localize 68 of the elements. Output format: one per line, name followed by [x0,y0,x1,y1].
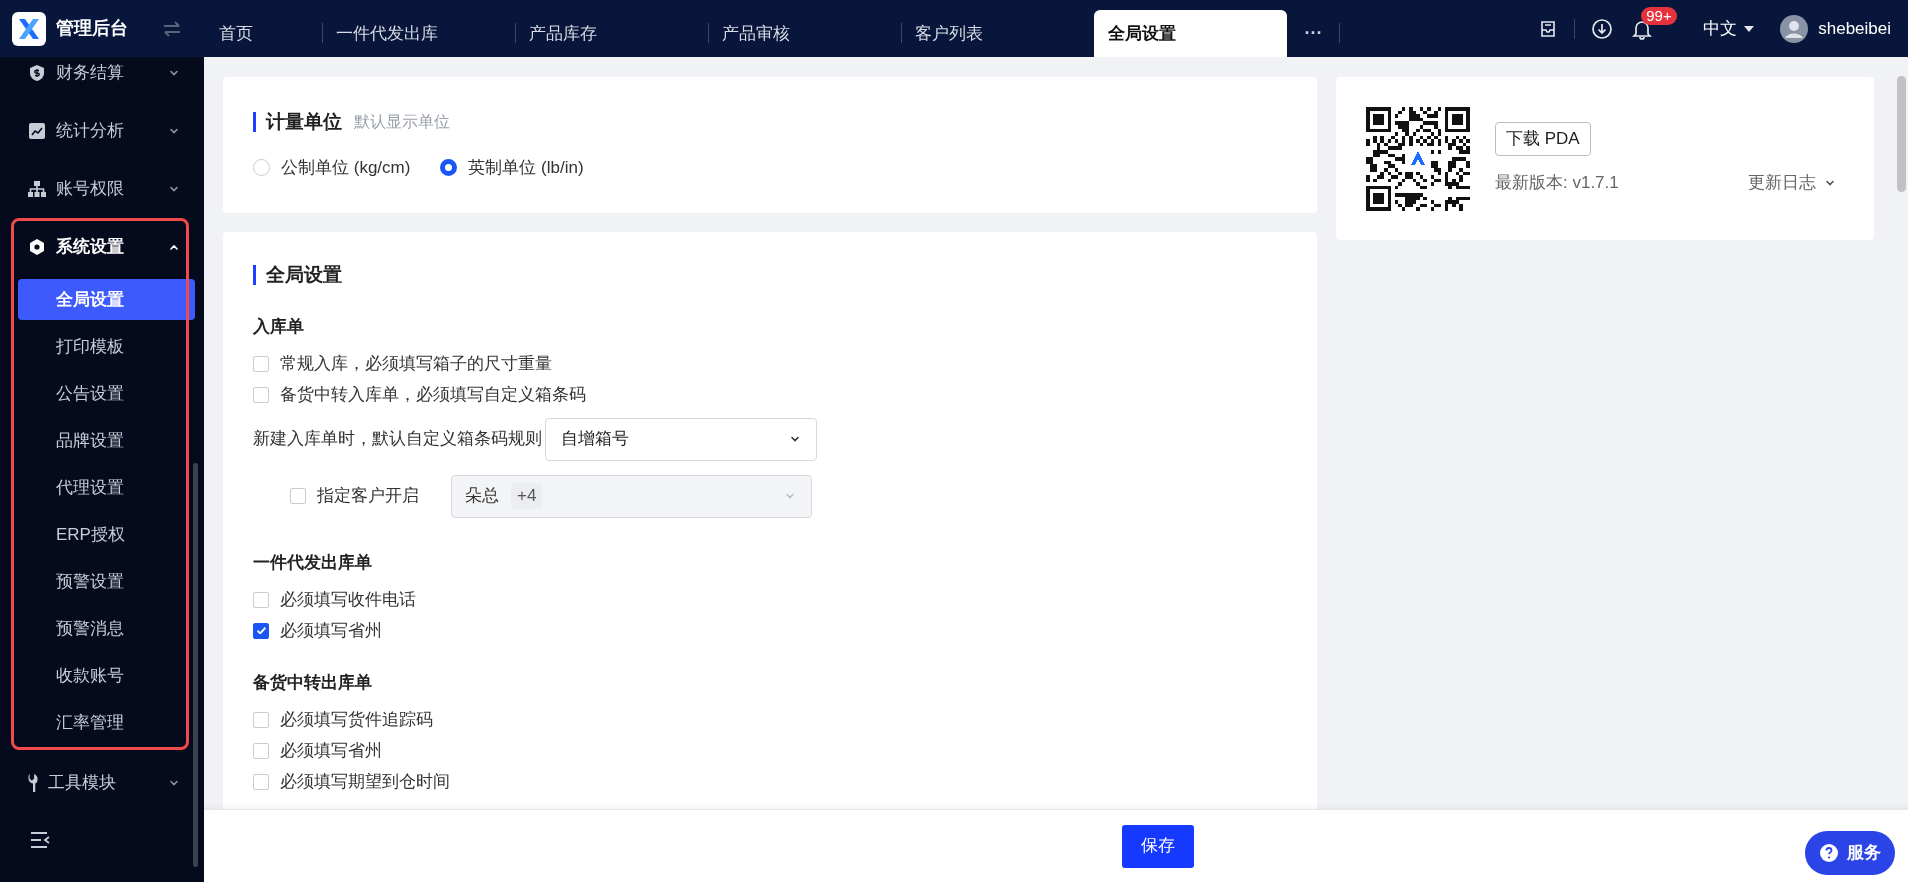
sidebar-submenu-item[interactable]: ERP授权 [18,514,195,555]
checkbox-label: 必须填写省州 [280,619,382,642]
card-title: 全局设置 [253,265,342,285]
hexagon-icon [28,238,46,256]
checkbox-label: 指定客户开启 [317,485,419,508]
sidebar-submenu-item[interactable]: 公告设置 [18,373,195,414]
section-heading: 入库单 [253,316,305,338]
more-count-tag: +4 [511,483,543,509]
sidebar-menu-item[interactable]: 统计分析 [0,102,204,160]
sidebar-menu-item[interactable]: 财务结算 [0,57,204,102]
sidebar-menu-item[interactable]: 工具模块 [0,754,204,812]
checkbox-label: 常规入库，必须填写箱子的尺寸重量 [280,353,552,376]
nav-tab[interactable]: 首页 [205,10,322,57]
wrench-icon [28,774,38,792]
sidebar-submenu-item[interactable]: 收款账号 [18,655,195,696]
checkbox-label: 备货中转入库单，必须填写自定义箱条码 [280,384,586,407]
save-button[interactable]: 保存 [1122,824,1194,868]
sidebar-menu-item[interactable]: 系统设置 [0,218,204,276]
radio-option[interactable]: 公制单位 (kg/cm) [253,155,411,181]
sidebar-submenu-item[interactable]: 打印模板 [18,326,195,367]
language-selector[interactable]: 中文 [1703,15,1756,42]
checkbox-label: 必须填写省州 [280,740,382,763]
checkbox-label: 必须填写期望到仓时间 [280,771,450,794]
selected-tag: 朵总 [463,483,501,509]
scrollbar-thumb[interactable] [1897,76,1906,192]
sidebar-submenu-item[interactable]: 全局设置 [18,279,195,320]
checkbox-label: 必须填写货件追踪码 [280,709,433,732]
changelog-dropdown[interactable]: 更新日志 [1748,169,1836,196]
check-icon [256,627,266,634]
username[interactable]: shebeibei [1818,15,1891,42]
sidebar-submenu-item[interactable]: 汇率管理 [18,702,195,743]
section-heading: 一件代发出库单 [253,551,373,574]
sidebar-submenu-item[interactable]: 代理设置 [18,467,195,508]
nav-tab[interactable]: 客户列表 [901,10,1094,57]
avatar-icon[interactable] [1780,14,1809,43]
card-title: 计量单位 [253,112,342,132]
checkbox-label: 必须填写收件电话 [280,588,416,611]
swap-icon[interactable] [162,20,182,37]
more-tabs-button[interactable]: ··· [1287,10,1340,57]
chart-icon [28,122,46,140]
service-button[interactable]: 服务 [1805,831,1895,875]
radio-option[interactable]: 英制单位 (lb/in) [440,155,584,181]
select-field[interactable]: 自增箱号 [545,417,817,461]
field-label: 新建入库单时，默认自定义箱条码规则 [253,428,542,451]
collapse-menu-icon[interactable] [29,831,51,849]
nav-tab[interactable]: 产品审核 [708,10,901,57]
logo-icon [12,11,46,46]
sitemap-icon [28,180,46,198]
radio-button[interactable] [440,159,458,177]
download-icon[interactable] [1591,17,1614,40]
version-text: 最新版本: v1.7.1 [1495,171,1619,194]
caret-icon [1743,24,1756,33]
section-heading: 备货中转出库单 [253,672,373,694]
help-icon [1819,843,1839,863]
sidebar-submenu-item[interactable]: 预警设置 [18,561,195,602]
notification-badge: 99+ [1641,6,1677,25]
checkbox[interactable] [253,622,269,639]
nav-tab[interactable]: 全局设置 [1094,10,1287,57]
sidebar-submenu-item[interactable]: 品牌设置 [18,420,195,461]
app-title: 管理后台 [56,17,128,40]
sidebar-menu-item[interactable]: 账号权限 [0,160,204,218]
sidebar-submenu-item[interactable]: 预警消息 [18,608,195,649]
nav-tab[interactable]: 一件代发出库 [322,10,515,57]
card-subtitle: 默认显示单位 [354,112,450,132]
coin-icon [28,64,46,82]
nav-tab[interactable]: 产品库存 [515,10,708,57]
scrollbar-thumb[interactable] [193,463,198,867]
download-pda-button[interactable]: 下载 PDA [1495,121,1591,156]
